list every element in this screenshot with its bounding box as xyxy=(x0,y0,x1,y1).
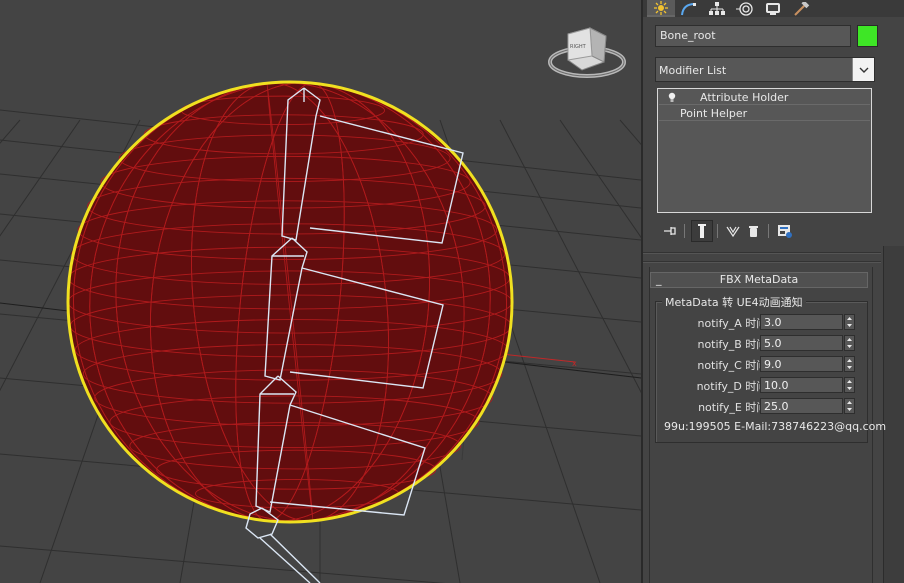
bone-tail xyxy=(269,533,321,583)
spinner-arrows-icon[interactable] xyxy=(844,335,855,351)
tab-hierarchy[interactable] xyxy=(703,0,731,17)
grid-line xyxy=(559,119,641,239)
rollout-title: FBX MetaData xyxy=(719,273,799,286)
modifier-stack[interactable]: Attribute Holder Point Helper xyxy=(657,88,872,213)
viewcube-label: RIGHT xyxy=(570,44,586,50)
spinner-arrows-icon[interactable] xyxy=(844,398,855,414)
tab-create[interactable] xyxy=(647,0,675,17)
panel-divider xyxy=(643,252,881,254)
sphere-helper[interactable] xyxy=(46,60,534,544)
modifier-list-label: Modifier List xyxy=(659,64,727,77)
grid-line xyxy=(0,119,21,144)
param-row: notify_A 时间: 3.0 xyxy=(657,314,867,331)
toolbar-divider xyxy=(768,224,769,238)
dropdown-arrow-button[interactable] xyxy=(852,58,874,81)
modifier-list-dropdown[interactable]: Modifier List xyxy=(655,57,875,82)
param-row: notify_B 时间: 5.0 xyxy=(657,335,867,352)
param-value-field[interactable]: 10.0 xyxy=(760,377,843,393)
modifier-stack-toolbar xyxy=(657,220,872,244)
remove-modifier-button[interactable] xyxy=(742,220,764,242)
collapse-icon: _ xyxy=(656,273,662,286)
create-icon xyxy=(654,0,668,15)
bone-tail-2 xyxy=(259,537,311,583)
grid-line xyxy=(0,119,81,237)
tab-utilities[interactable] xyxy=(787,0,815,17)
panel-divider xyxy=(643,261,881,263)
modify-icon xyxy=(681,2,696,15)
param-value-field[interactable]: 9.0 xyxy=(760,356,843,372)
spinner-arrows-icon[interactable] xyxy=(844,356,855,372)
chevron-down-icon xyxy=(859,67,868,73)
param-value-field[interactable]: 25.0 xyxy=(760,398,843,414)
remove-modifier-icon xyxy=(749,226,758,237)
spinner-arrows-icon[interactable] xyxy=(844,314,855,330)
lightbulb-icon[interactable] xyxy=(668,92,676,103)
tab-display[interactable] xyxy=(759,0,787,17)
modifier-stack-item[interactable]: Point Helper xyxy=(659,106,870,121)
grid-line xyxy=(619,119,641,146)
configure-modifier-sets-icon xyxy=(778,225,792,238)
object-color-swatch[interactable] xyxy=(857,25,878,47)
command-panel: Bone_root Modifier List Attribute Holder… xyxy=(643,0,904,583)
modifier-stack-item[interactable]: Attribute Holder xyxy=(659,90,870,105)
param-row: notify_D 时间: 10.0 xyxy=(657,377,867,394)
modifier-label: Point Helper xyxy=(680,107,748,120)
modifier-label: Attribute Holder xyxy=(700,91,789,104)
tab-motion[interactable] xyxy=(731,0,759,17)
perspective-viewport[interactable]: x z xyxy=(0,0,641,583)
grid-line xyxy=(499,119,641,394)
object-name-field[interactable]: Bone_root xyxy=(655,25,851,47)
toolbar-divider xyxy=(684,224,685,238)
group-title: MetaData 转 UE4动画通知 xyxy=(662,294,806,310)
utilities-icon xyxy=(794,1,810,16)
make-unique-button[interactable] xyxy=(722,220,744,242)
axis-x-glyph: x xyxy=(572,359,577,368)
viewport-scene: x z xyxy=(0,60,641,583)
toolbar-divider xyxy=(717,224,718,238)
pin-stack-button[interactable] xyxy=(659,220,681,242)
motion-icon xyxy=(736,1,753,16)
spinner-arrows-icon[interactable] xyxy=(844,377,855,393)
command-panel-tabs xyxy=(643,0,904,17)
viewcube-graphic xyxy=(548,27,626,78)
param-value-field[interactable]: 5.0 xyxy=(760,335,843,351)
contact-info-text: 99u:199505 E-Mail:738746223@qq.com xyxy=(664,420,887,433)
show-end-result-icon xyxy=(698,224,706,238)
param-value-field[interactable]: 3.0 xyxy=(760,314,843,330)
configure-modifier-sets-button[interactable] xyxy=(774,220,796,242)
tab-modify[interactable] xyxy=(675,0,703,17)
param-row: notify_C 时间: 9.0 xyxy=(657,356,867,373)
panel-scrollbar[interactable] xyxy=(883,246,904,583)
viewcube[interactable]: RIGHT xyxy=(546,24,628,80)
param-row: notify_E 时间: 25.0 xyxy=(657,398,867,415)
pin-stack-icon xyxy=(664,227,676,235)
rollout-header[interactable]: _ FBX MetaData xyxy=(650,272,868,288)
make-unique-icon xyxy=(726,226,740,238)
show-end-result-button[interactable] xyxy=(691,220,713,242)
display-icon xyxy=(766,2,780,15)
hierarchy-icon xyxy=(709,1,725,15)
